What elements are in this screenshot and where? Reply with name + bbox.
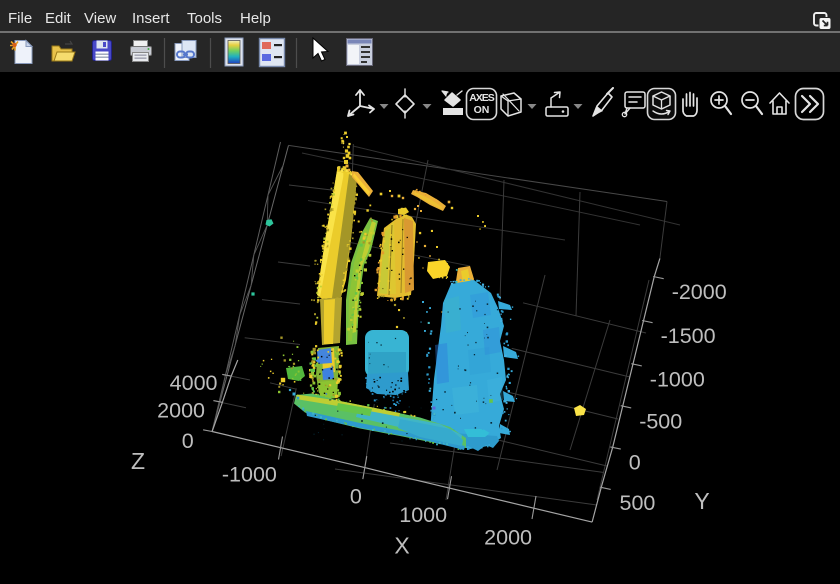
- svg-text:Z: Z: [131, 448, 145, 474]
- svg-text:-1000: -1000: [650, 367, 705, 391]
- svg-text:-1000: -1000: [222, 463, 277, 487]
- svg-text:0: 0: [629, 450, 641, 474]
- svg-text:ON: ON: [474, 104, 490, 116]
- svg-text:500: 500: [620, 491, 656, 515]
- svg-text:AXES: AXES: [469, 92, 495, 104]
- svg-text:0: 0: [182, 429, 194, 453]
- svg-text:0: 0: [350, 485, 362, 509]
- svg-text:2000: 2000: [157, 399, 205, 423]
- svg-text:1000: 1000: [399, 503, 447, 527]
- svg-text:Y: Y: [694, 488, 709, 514]
- svg-text:-2000: -2000: [672, 280, 727, 304]
- svg-text:2000: 2000: [484, 526, 532, 550]
- svg-text:-500: -500: [639, 409, 682, 433]
- svg-text:-1500: -1500: [661, 324, 716, 348]
- svg-text:4000: 4000: [170, 371, 218, 395]
- svg-text:X: X: [394, 533, 409, 559]
